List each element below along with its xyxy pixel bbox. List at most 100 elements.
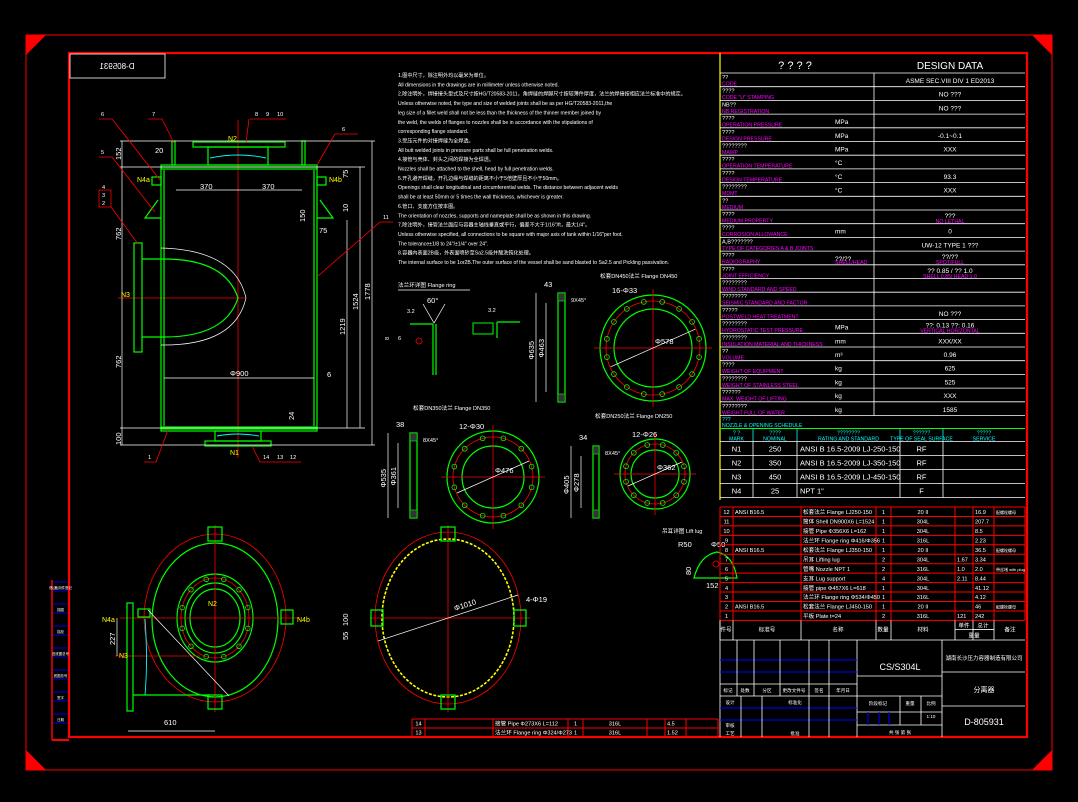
svg-text:610: 610 — [164, 718, 177, 727]
note-line: 6.管口、支座方位按本图。 — [398, 203, 458, 210]
parts-cell: 法兰环 Flange ring Φ416/Φ356 — [803, 537, 880, 545]
parts-cell: 36.5 — [975, 548, 986, 554]
note-line: The internal surface to be 1or2B.The out… — [398, 260, 669, 266]
title-block-label: 设计 — [725, 699, 735, 706]
title-block-label: 标准化 — [788, 699, 802, 706]
title-block-label: 工艺 — [725, 731, 735, 736]
svg-text:370: 370 — [200, 182, 213, 191]
note-line: Nozzles shall be attached to the shell, … — [398, 167, 554, 173]
parts-cell: 平板 Plate t=24 — [803, 612, 841, 620]
hatch — [409, 432, 418, 442]
chamfer-dim: 9X45° — [571, 298, 586, 304]
design-row-value: 1585 — [943, 407, 958, 414]
parts-row: 2 ANSI B16.5 松套法兰 Flange LJ450-150 1 20 II 46… — [725, 603, 1016, 611]
svg-text:9: 9 — [266, 112, 269, 118]
svg-text:150: 150 — [298, 209, 307, 222]
design-row-value-sub: SHELL 0.85/ HEAD 1.0 — [923, 274, 977, 280]
design-row-value: -0.1~0.1 — [938, 133, 962, 140]
parts-header: 数量 — [877, 625, 889, 633]
drawing-name: 分离器 — [974, 685, 995, 694]
svg-text:60°: 60° — [427, 296, 438, 305]
svg-text:10: 10 — [277, 112, 283, 118]
svg-text:100: 100 — [341, 613, 350, 626]
design-row-label-en: DESIGN TEMPERATURE — [722, 177, 783, 183]
design-row-label-cn: ???????? — [722, 322, 747, 328]
parts-cell: 法兰环 Flange ring Φ534/Φ450 — [803, 593, 880, 601]
design-row-label-cn: ???????? — [722, 144, 747, 150]
flange-section — [557, 292, 566, 403]
parts-cell: 304L — [917, 557, 929, 563]
thickness-dim: 43 — [544, 280, 552, 289]
parts-row: 14 接管 Pipe Φ273X6 L=112 1 316L 4.5 — [415, 720, 674, 728]
design-row-label-cn: A,B??????? — [722, 239, 753, 245]
design-row-label-cn: ???? — [722, 89, 734, 95]
parts-cell: 304L — [917, 586, 929, 592]
parts-cell: 2.23 — [975, 539, 986, 545]
design-row-value: 525 — [945, 379, 956, 386]
support-ring-view: Φ1010 4-Φ19 100 55 — [341, 525, 547, 712]
nozzle-cell: ANSI B 16.5-2009 LJ-250-150 — [800, 445, 900, 454]
bolt-circle-dim: Φ476 — [495, 466, 514, 475]
stamp-label: 描校 — [57, 629, 64, 634]
parts-cell: ANSI B16.5 — [735, 510, 764, 516]
svg-text:N4b: N4b — [297, 617, 310, 624]
design-row-label-cn: ???????? — [722, 376, 747, 382]
parts-cell: 1 — [882, 586, 885, 592]
parts-cell: 1.67 — [957, 557, 968, 563]
nozzle-label-n4b: N4b — [329, 177, 342, 184]
note-line: Unless otherwise noted, the type and siz… — [398, 101, 612, 107]
parts-cell: 1 — [882, 595, 885, 601]
parts-cell: 8.5 — [975, 529, 983, 535]
parts-cell: 20 II — [918, 548, 929, 554]
parts-cell: 121 — [957, 614, 966, 620]
title-block: 标记 处数 分区 更改文件号 签名 年月日设计 标准化审核工艺 批准 阶段标记 重量 比例 1:10 共… — [719, 639, 1025, 737]
elevation-view — [118, 120, 375, 458]
design-row-value: 0 — [948, 229, 952, 236]
parts-cell: 2 — [882, 557, 885, 563]
svg-text:24: 24 — [287, 412, 296, 420]
title-block-label: 阶段标记 — [869, 700, 888, 707]
design-row-label-en: MEDIUM PROPERTY — [722, 219, 773, 225]
parts-cell: 207.7 — [975, 520, 989, 526]
design-row-label-cn: NB?? — [722, 102, 736, 108]
parts-cell: 配螺栓螺母 — [996, 547, 1016, 553]
parts-cell: 配螺栓螺母 — [996, 509, 1016, 515]
parts-row: 6 管嘴 Nozzle NPT 1 2 316L 1.0 2.0 带丝堵 with plug — [725, 565, 1025, 573]
svg-text:6: 6 — [342, 127, 345, 133]
parts-cell: ANSI B16.5 — [735, 605, 764, 611]
svg-text:N4a: N4a — [102, 617, 115, 624]
design-row-label-cn: ???? — [722, 157, 734, 163]
design-row-label-en: MAWP — [722, 150, 738, 156]
svg-text:R50: R50 — [678, 540, 692, 549]
parts-header: 总计 — [977, 621, 989, 629]
parts-cell: 4.12 — [975, 595, 986, 601]
parts-header: 标准号 — [759, 625, 776, 633]
nozzle-label-n2: N2 — [228, 136, 237, 143]
parts-cell: 1 — [882, 510, 885, 516]
outer-diameter-dim: Φ535 — [379, 469, 388, 488]
parts-header: 重量 — [968, 631, 980, 639]
parts-row: 11 筒体 Shell DN900X6 L=1524 1 304L 207.7 — [724, 518, 989, 526]
parts-cell: 304L — [917, 520, 929, 526]
design-row-unit: °C — [835, 173, 843, 181]
plan-view: N2 N3 N4a N4b 227 610 — [102, 525, 310, 732]
parts-cell: 316L — [609, 722, 621, 728]
parts-cell: 41.12 — [975, 586, 989, 592]
stamp-label: 底图总号 — [54, 673, 68, 678]
flange-detail: 松套DN250法兰 Flange DN250 Φ362 12-Φ26 Φ405 Φ278… — [562, 412, 696, 519]
parts-header: 件号 — [720, 625, 732, 633]
design-row-unit: MPa — [835, 119, 849, 126]
parts-cell: 1.0 — [957, 567, 965, 573]
parts-cell: 14 — [415, 722, 421, 728]
design-data-header-en: DESIGN DATA — [917, 61, 984, 72]
nozzle-cell: N1 — [732, 445, 742, 454]
note-line: the weld, the welds of flanges to nozzle… — [398, 120, 593, 126]
parts-cell: 1 — [882, 605, 885, 611]
parts-row: 8 ANSI B16.5 松套法兰 Flange LJ350-150 1 20 II 36… — [725, 546, 1016, 554]
thickness-dim: 34 — [579, 433, 587, 442]
design-row-unit: MPa — [835, 325, 849, 332]
title-block-label: 处数 — [740, 687, 750, 694]
parts-cell: 304L — [917, 529, 929, 535]
flange-details: 松套DN450法兰 Flange DN450 Φ578 16-Φ33 Φ635 Φ463… — [379, 272, 712, 529]
design-row-unit: °C — [835, 187, 843, 195]
